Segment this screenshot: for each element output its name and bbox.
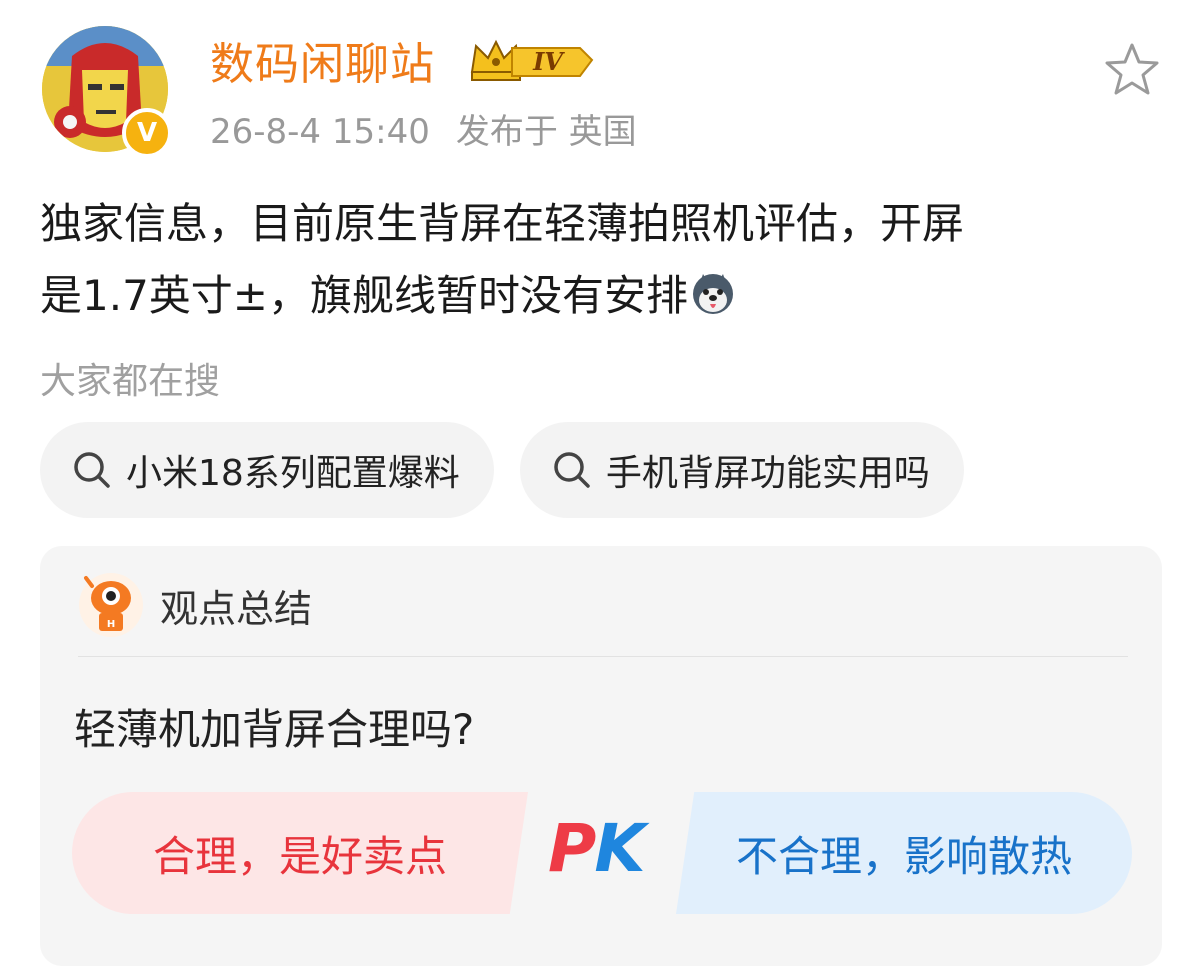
search-chip-2[interactable]: 手机背屏功能实用吗 <box>519 422 964 518</box>
post-text: 独家信息，目前原生背屏在轻薄拍照机评估，开屏 是1.7英寸±，旗舰线暂时没有安排 <box>40 188 1160 332</box>
vote-option-right-label: 不合理，影响散热 <box>735 831 1072 881</box>
crown-level-badge-icon: IV <box>470 39 594 81</box>
mascot-icon: H <box>79 573 143 637</box>
search-chip-label: 小米18系列配置爆料 <box>126 453 460 494</box>
verified-badge-icon: V <box>122 108 172 158</box>
level-text: IV <box>532 47 565 76</box>
summary-title: 观点总结 <box>160 586 313 631</box>
timestamp: 26-8-4 15:40 <box>210 112 430 152</box>
vote-option-right[interactable]: 不合理，影响散热 <box>676 792 1132 914</box>
search-section-label: 大家都在搜 <box>40 361 221 402</box>
pk-k: K <box>594 810 645 887</box>
poll-question: 轻薄机加背屏合理吗? <box>74 705 475 754</box>
mascot-badge: H <box>107 619 115 630</box>
post-text-line1: 独家信息，目前原生背屏在轻薄拍照机评估，开屏 <box>40 199 965 248</box>
summary-card: H 观点总结 轻薄机加背屏合理吗? 合理，是好卖点 PK 不合理，影响散热 <box>40 546 1162 966</box>
post-text-line2: 是1.7英寸±，旗舰线暂时没有安排 <box>40 271 688 320</box>
username[interactable]: 数码闲聊站 <box>210 28 435 92</box>
search-chip-label: 手机背屏功能实用吗 <box>605 453 930 494</box>
pk-label: PK <box>548 810 646 887</box>
divider <box>78 656 1128 657</box>
search-icon <box>554 452 590 488</box>
star-icon[interactable] <box>1102 40 1162 100</box>
post-text-line2-wrap: 是1.7英寸±，旗舰线暂时没有安排 <box>40 260 1160 332</box>
search-chip-1[interactable]: 小米18系列配置爆料 <box>40 422 494 518</box>
vote-option-left-label: 合理，是好卖点 <box>152 831 447 881</box>
search-chips: 小米18系列配置爆料 手机背屏功能实用吗 <box>40 422 964 518</box>
post-meta: 26-8-4 15:40 发布于 英国 <box>210 104 637 153</box>
location: 发布于 英国 <box>455 112 637 152</box>
search-icon <box>74 452 110 488</box>
summary-header: H 观点总结 <box>78 570 312 640</box>
pk-p: P <box>548 810 596 887</box>
emoji-husky-icon <box>693 274 733 314</box>
vote-option-left[interactable]: 合理，是好卖点 <box>72 792 528 914</box>
